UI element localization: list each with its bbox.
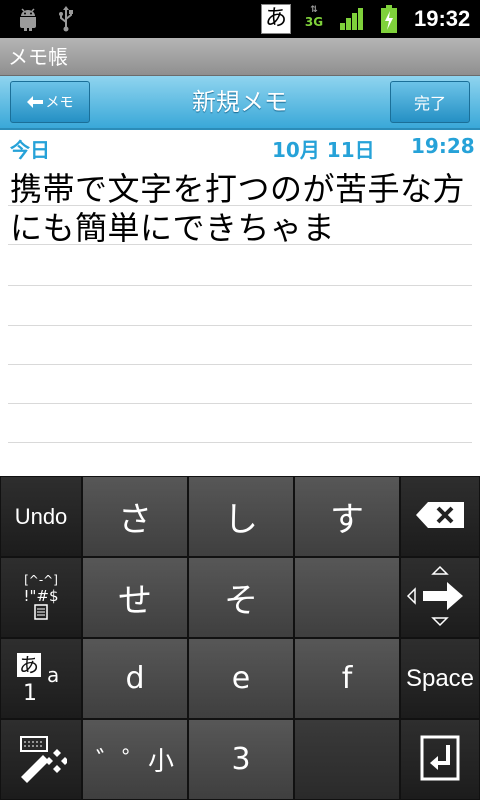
key-d[interactable]: d — [82, 638, 188, 719]
backspace-icon — [416, 501, 464, 532]
backspace-key[interactable] — [400, 476, 480, 557]
enter-key[interactable] — [400, 719, 480, 800]
rule-line — [8, 325, 472, 326]
key-se[interactable]: せ — [82, 557, 188, 638]
note-time: 19:28 — [411, 134, 475, 158]
rule-line — [8, 442, 472, 443]
key-label: e — [231, 661, 251, 696]
key-label: そ — [224, 581, 258, 621]
keyboard-pen-icon — [15, 733, 69, 787]
android-debug-icon — [14, 0, 42, 38]
done-button-label: 完了 — [413, 94, 446, 113]
status-time: 19:32 — [414, 6, 471, 31]
rule-line — [8, 364, 472, 365]
undo-key[interactable]: Undo — [0, 476, 82, 557]
symbols-emoticon-label: [^-^] — [24, 572, 58, 587]
mode-kana-label: あ — [17, 652, 41, 677]
key-label: 3 — [231, 742, 251, 777]
key-blank[interactable] — [294, 557, 400, 638]
ime-indicator-text: あ — [264, 6, 287, 31]
input-mode-key[interactable]: あ a 1 — [0, 638, 82, 719]
mode-alpha-label: a — [47, 662, 60, 687]
key-label: ゛゜小 — [95, 747, 174, 777]
key-label: d — [125, 661, 145, 696]
space-key[interactable]: Space — [400, 638, 480, 719]
keyboard-settings-key[interactable] — [0, 719, 82, 800]
note-day: 今日 — [10, 138, 50, 162]
dakuten-key[interactable]: ゛゜小 — [82, 719, 188, 800]
app-title-bar: メモ帳 — [0, 38, 480, 76]
status-bar: あ ⇅ 3G 19:32 — [0, 0, 480, 38]
back-button-label: メモ — [45, 95, 74, 111]
key-sa[interactable]: さ — [82, 476, 188, 557]
key-label: f — [341, 661, 353, 696]
done-button[interactable]: 完了 — [390, 81, 470, 123]
key-so[interactable]: そ — [188, 557, 294, 638]
space-key-label: Space — [405, 664, 475, 692]
key-label: し — [224, 500, 258, 540]
key-label: す — [330, 500, 364, 540]
key-shi[interactable]: し — [188, 476, 294, 557]
arrows-icon — [405, 563, 475, 633]
note-date: 10月 11日 — [272, 138, 375, 162]
key-label: さ — [118, 500, 152, 540]
symbols-key[interactable]: [^-^] !"#$ — [0, 557, 82, 638]
key-e[interactable]: e — [188, 638, 294, 719]
enter-icon — [420, 735, 460, 785]
symbols-chars-label: !"#$ — [23, 586, 59, 605]
note-meta: 今日 10月 11日 19:28 — [0, 134, 480, 164]
key-f[interactable]: f — [294, 638, 400, 719]
undo-key-label: Undo — [14, 503, 68, 529]
battery-charging-icon — [376, 0, 402, 38]
memo-text-area[interactable]: 携帯で文字を打つのが苦手な方にも簡単にできちゃま — [10, 170, 472, 248]
memo-list-icon — [34, 603, 48, 624]
mode-num-label: 1 — [23, 680, 37, 706]
app-title: メモ帳 — [8, 45, 68, 69]
rule-line — [8, 403, 472, 404]
key-label: せ — [118, 581, 152, 621]
network-type-text: 3G — [304, 15, 324, 29]
cursor-arrow-key[interactable] — [400, 557, 480, 638]
rule-line — [8, 285, 472, 286]
key-3[interactable]: 3 — [188, 719, 294, 800]
key-empty — [294, 719, 400, 800]
memo-header: 新規メモ メモ 完了 — [0, 76, 480, 130]
soft-keyboard: Undo さ し す [^-^] !"#$ せ そ あ a 1 d e f Sp… — [0, 476, 480, 800]
back-to-memo-button[interactable]: メモ — [10, 81, 90, 123]
arrow-left-icon — [26, 96, 43, 108]
signal-icon — [337, 0, 367, 38]
key-su[interactable]: す — [294, 476, 400, 557]
usb-icon — [54, 0, 78, 38]
ime-icon: あ — [261, 4, 291, 34]
data-3g-icon: ⇅ 3G — [302, 6, 326, 32]
